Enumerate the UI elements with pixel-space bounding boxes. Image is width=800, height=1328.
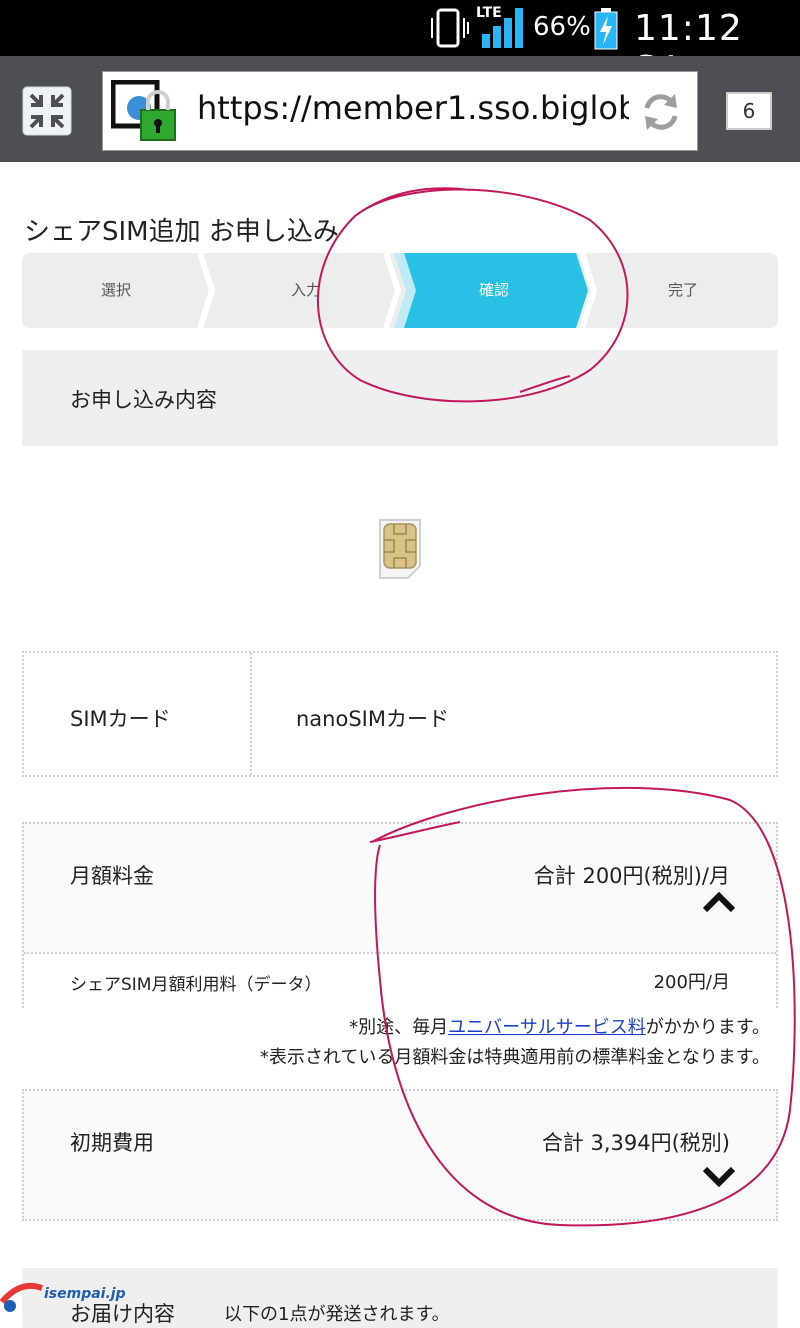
note-suffix: がかかります。 <box>645 1017 770 1038</box>
step-select: 選択 <box>100 281 131 299</box>
exit-fullscreen-icon[interactable] <box>22 86 72 136</box>
note-prefix: *別途、毎月 <box>349 1017 449 1038</box>
monthly-fee-total: 合計 200円(税別)/月 <box>533 864 730 888</box>
sim-card-label: SIMカード <box>70 707 171 731</box>
monthly-fee-panel[interactable]: 月額料金 合計 200円(税別)/月 シェアSIM月額利用料（データ） 200円… <box>22 822 778 1008</box>
monthly-fee-item: シェアSIM月額利用料（データ） 200円/月 <box>24 952 776 1008</box>
page-title: シェアSIM追加 お申し込み <box>24 217 339 247</box>
tabs-button[interactable]: 6 <box>726 92 772 130</box>
initial-fee-panel[interactable]: 初期費用 合計 3,394円(税別) <box>22 1089 778 1221</box>
vibrate-icon <box>431 8 469 48</box>
signal-icon <box>482 8 523 48</box>
step-complete: 完了 <box>667 281 698 299</box>
cell-divider <box>250 653 252 775</box>
battery-percent: 66% <box>533 12 591 42</box>
watermark-logo: isempai.jp <box>0 1282 150 1316</box>
chevron-up-icon[interactable] <box>702 890 736 914</box>
note-universal-fee: *別途、毎月ユニバーサルサービス料がかかります。 <box>349 1013 770 1039</box>
browser-toolbar: https://member1.sso.biglob 6 <box>0 56 800 162</box>
share-sim-fee-label: シェアSIM月額利用料（データ） <box>70 975 322 995</box>
note-standard-price: *表示されている月額料金は特典適用前の標準料金となります。 <box>259 1047 770 1068</box>
step-confirm: 確認 <box>478 281 509 299</box>
status-bar: LTE 66% 11:12 SA <box>0 0 800 90</box>
universal-service-fee-link[interactable]: ユニバーサルサービス料 <box>448 1017 646 1038</box>
sim-card-value: nanoSIMカード <box>296 707 449 731</box>
secure-lock-icon <box>111 80 176 141</box>
sim-card-row: SIMカード nanoSIMカード <box>22 651 778 777</box>
watermark-text: isempai.jp <box>44 1286 126 1302</box>
sim-card-icon <box>379 519 421 579</box>
address-bar[interactable]: https://member1.sso.biglob <box>102 71 698 151</box>
section-title: お申し込み内容 <box>70 388 217 412</box>
delivery-text: 以下の1点が発送されます。 <box>224 1304 450 1325</box>
section-header: お申し込み内容 <box>22 350 778 446</box>
step-input: 入力 <box>290 281 321 299</box>
reload-icon[interactable] <box>639 90 683 134</box>
initial-fee-total: 合計 3,394円(税別) <box>541 1131 730 1155</box>
watermark-swoosh-icon <box>0 1282 44 1312</box>
monthly-fee-label: 月額料金 <box>70 864 154 888</box>
share-sim-fee-value: 200円/月 <box>653 972 730 993</box>
chevron-down-icon[interactable] <box>702 1165 736 1189</box>
initial-fee-label: 初期費用 <box>70 1131 154 1155</box>
battery-charging-icon <box>594 8 618 50</box>
url-text[interactable]: https://member1.sso.biglob <box>197 89 629 127</box>
progress-steps: 選択 入力 確認 完了 <box>22 253 778 328</box>
